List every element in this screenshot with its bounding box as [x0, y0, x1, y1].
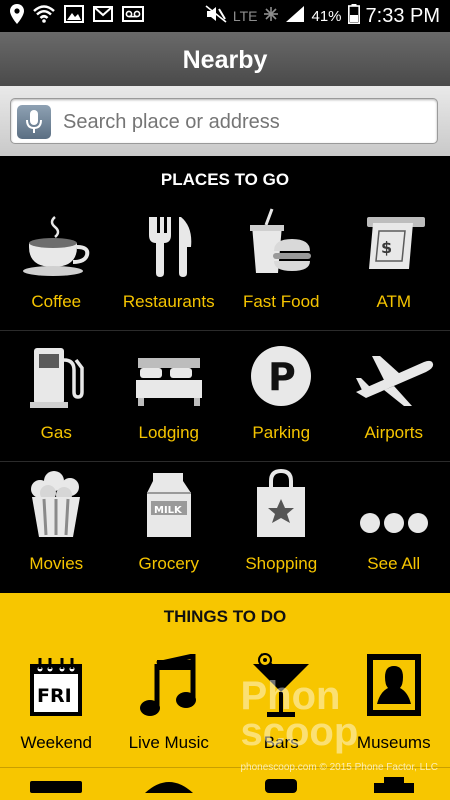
svg-text:P: P: [268, 355, 296, 399]
wifi-icon: [33, 4, 55, 28]
place-grocery[interactable]: MILK Grocery: [113, 462, 226, 593]
watermark-line2: scoop: [240, 710, 359, 754]
more-dots-icon: [359, 499, 429, 544]
partial-icon: [30, 781, 83, 793]
search-area: [0, 86, 450, 156]
places-heading: PLACES TO GO: [0, 156, 450, 200]
place-label: Coffee: [31, 292, 82, 311]
place-restaurants[interactable]: Restaurants: [113, 200, 226, 330]
place-airports[interactable]: Airports: [338, 331, 450, 461]
place-label: ATM: [376, 292, 412, 311]
places-row: Gas Lodging P Parking Airports: [0, 331, 450, 462]
popcorn-icon: [26, 469, 86, 544]
lte-label: LTE: [232, 8, 258, 24]
gas-pump-icon: [28, 344, 84, 413]
place-fast-food[interactable]: Fast Food: [225, 200, 338, 330]
status-right-icons: LTE 41% 7:33 PM: [205, 3, 450, 29]
fast-food-icon: [246, 207, 316, 282]
gmail-icon: [93, 5, 113, 27]
place-movies[interactable]: Movies: [0, 462, 113, 593]
shopping-bag-icon: [253, 467, 309, 544]
place-lodging[interactable]: Lodging: [113, 331, 226, 461]
place-label: Grocery: [138, 554, 199, 573]
calendar-text: FRI: [37, 685, 72, 707]
milk-carton-icon: MILK: [143, 469, 195, 544]
airplane-icon: [354, 352, 434, 413]
place-label: Lodging: [138, 423, 199, 442]
status-left-icons: [0, 3, 144, 29]
place-coffee[interactable]: Coffee: [0, 200, 113, 330]
title-bar: Nearby: [0, 32, 450, 86]
thing-live-music[interactable]: Live Music: [113, 643, 226, 753]
place-atm[interactable]: $ ATM: [338, 200, 450, 330]
thing-weekend[interactable]: FRI Weekend: [0, 643, 113, 753]
search-input[interactable]: [63, 99, 423, 145]
bed-icon: [134, 348, 204, 413]
places-row: Coffee Restaurants Fast Food $ ATM: [0, 200, 450, 331]
status-time: 7:33 PM: [365, 4, 440, 27]
mute-icon: [205, 4, 227, 28]
places-row: Movies MILK Grocery Shopping See All: [0, 462, 450, 593]
mic-icon[interactable]: [17, 105, 51, 139]
place-label: Movies: [29, 554, 84, 573]
partial-icon: [144, 782, 193, 793]
status-bar: LTE 41% 7:33 PM: [0, 0, 450, 32]
voicemail-icon: [122, 5, 144, 27]
music-note-icon: [139, 652, 199, 723]
things-heading: THINGS TO DO: [163, 607, 287, 626]
location-icon: [10, 3, 24, 29]
place-gas[interactable]: Gas: [0, 331, 113, 461]
place-parking[interactable]: P Parking: [225, 331, 338, 461]
search-box[interactable]: [10, 98, 438, 145]
calendar-fri-icon: FRI: [26, 656, 86, 723]
svg-text:$: $: [381, 238, 392, 257]
signal-icon: [285, 5, 305, 28]
milk-label: MILK: [154, 505, 183, 516]
things-section: THINGS TO DO FRI Weekend Live Music Bars…: [0, 593, 450, 800]
image-icon: [64, 4, 84, 28]
fork-knife-icon: [141, 213, 197, 282]
place-label: Shopping: [245, 554, 318, 573]
thing-label: Live Music: [128, 733, 209, 752]
coffee-icon: [21, 213, 91, 282]
watermark-small: phonescoop.com © 2015 Phone Factor, LLC: [240, 762, 439, 773]
place-label: See All: [367, 554, 421, 573]
place-shopping[interactable]: Shopping: [225, 462, 338, 593]
parking-icon: P: [249, 344, 313, 413]
place-label: Gas: [40, 423, 72, 442]
thing-label: Weekend: [20, 733, 92, 752]
place-label: Restaurants: [122, 292, 215, 311]
battery-icon: [347, 3, 360, 29]
place-label: Parking: [252, 423, 311, 442]
place-see-all[interactable]: See All: [338, 462, 450, 593]
places-grid: Coffee Restaurants Fast Food $ ATM Gas L…: [0, 200, 450, 593]
place-label: Airports: [364, 423, 424, 442]
place-label: Fast Food: [242, 292, 320, 311]
lte-icon: [263, 6, 279, 27]
battery-percent: 41%: [311, 7, 342, 25]
atm-icon: $: [359, 213, 429, 282]
page-title: Nearby: [182, 46, 268, 74]
watermark: Phon scoop phonescoop.com © 2015 Phone F…: [240, 676, 439, 786]
